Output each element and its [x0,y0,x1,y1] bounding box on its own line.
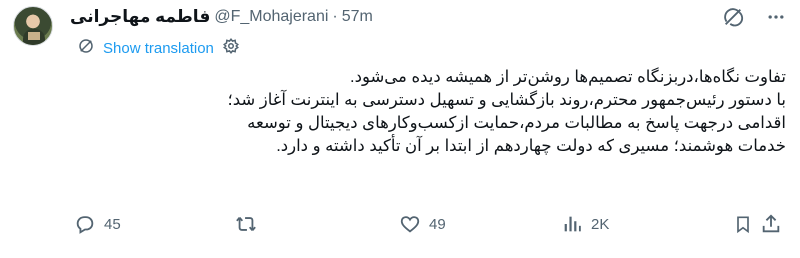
translate-icon [77,37,95,59]
translate-row: Show translation [77,37,240,59]
heart-icon [399,213,421,235]
tweet-header: فاطمه مهاجرانی @F_Mohajerani · 57m [70,6,373,28]
grok-icon[interactable] [722,6,744,33]
tweet-line-1: تفاوت نگاه‌ها،دربزنگاه تصمیم‌ها روشن‌تر … [350,68,786,86]
show-translation-link[interactable]: Show translation [103,40,214,57]
tweet-paragraph-2: با دستور رئیس‌جمهور محترم،روند بازگشایی … [227,91,786,155]
reply-button[interactable]: 45 [74,213,121,235]
share-icon [760,213,782,235]
bookmark-icon [733,213,753,235]
gear-icon[interactable] [222,37,240,59]
repost-button[interactable] [234,213,266,235]
bookmark-button[interactable] [733,213,753,235]
action-bar: 45 49 2K [74,210,786,238]
views-icon [561,213,583,235]
top-actions [722,6,786,33]
views-count: 2K [591,215,610,233]
avatar-book [28,32,40,40]
more-icon[interactable] [766,7,786,32]
reply-icon [74,213,96,235]
author-name[interactable]: فاطمه مهاجرانی [70,7,210,27]
like-button[interactable]: 49 [399,213,446,235]
tweet-text: تفاوت نگاه‌ها،دربزنگاه تصمیم‌ها روشن‌تر … [210,66,786,158]
author-handle[interactable]: @F_Mohajerani [214,8,328,26]
like-count: 49 [429,215,446,233]
repost-icon [234,213,258,235]
reply-count: 45 [104,215,121,233]
share-button[interactable] [760,213,782,235]
views-button[interactable]: 2K [561,213,609,235]
avatar[interactable] [13,6,53,46]
separator-dot: · [332,8,338,25]
tweet-time[interactable]: 57m [342,8,373,26]
